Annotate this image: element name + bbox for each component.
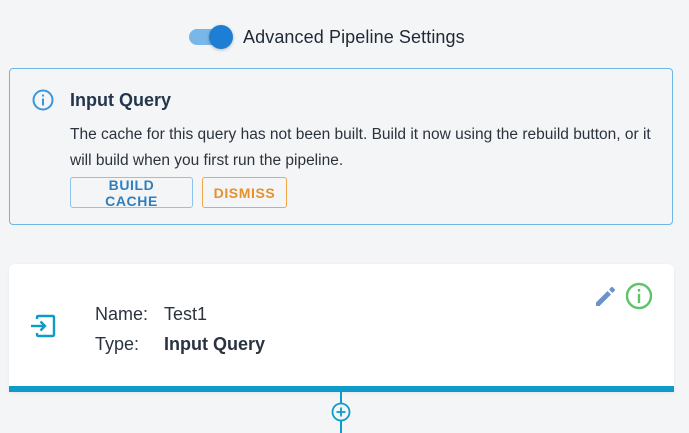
node-name-value: Test1 [164, 303, 208, 324]
advanced-settings-toggle[interactable] [189, 22, 233, 52]
node-type-row: Type: Input Query [95, 329, 265, 359]
pencil-icon[interactable] [591, 282, 619, 310]
dismiss-button[interactable]: DISMISS [202, 177, 287, 208]
node-type-key: Type: [95, 333, 140, 354]
node-name-key: Name: [95, 303, 149, 324]
plus-circle-icon[interactable] [331, 402, 351, 422]
advanced-settings-row: Advanced Pipeline Settings [189, 22, 465, 52]
alert-actions: BUILD CACHE DISMISS [70, 177, 287, 209]
build-cache-button[interactable]: BUILD CACHE [70, 177, 193, 209]
info-icon [32, 89, 54, 111]
input-arrow-icon [31, 314, 56, 338]
alert-message: The cache for this query has not been bu… [70, 126, 651, 169]
info-alert: Input Query The cache for this query has… [9, 68, 673, 225]
pipeline-node-card[interactable]: Name: Test1 Type: Input Query [9, 264, 674, 392]
node-name-row: Name: Test1 [95, 299, 265, 329]
node-info-icon[interactable] [624, 281, 654, 311]
toggle-thumb [209, 25, 233, 49]
pipeline-editor: Advanced Pipeline Settings Input Query T… [0, 0, 689, 433]
alert-title: Input Query [70, 90, 172, 110]
node-type-value: Input Query [164, 333, 266, 354]
node-fields: Name: Test1 Type: Input Query [95, 299, 265, 359]
advanced-settings-label: Advanced Pipeline Settings [243, 26, 465, 47]
